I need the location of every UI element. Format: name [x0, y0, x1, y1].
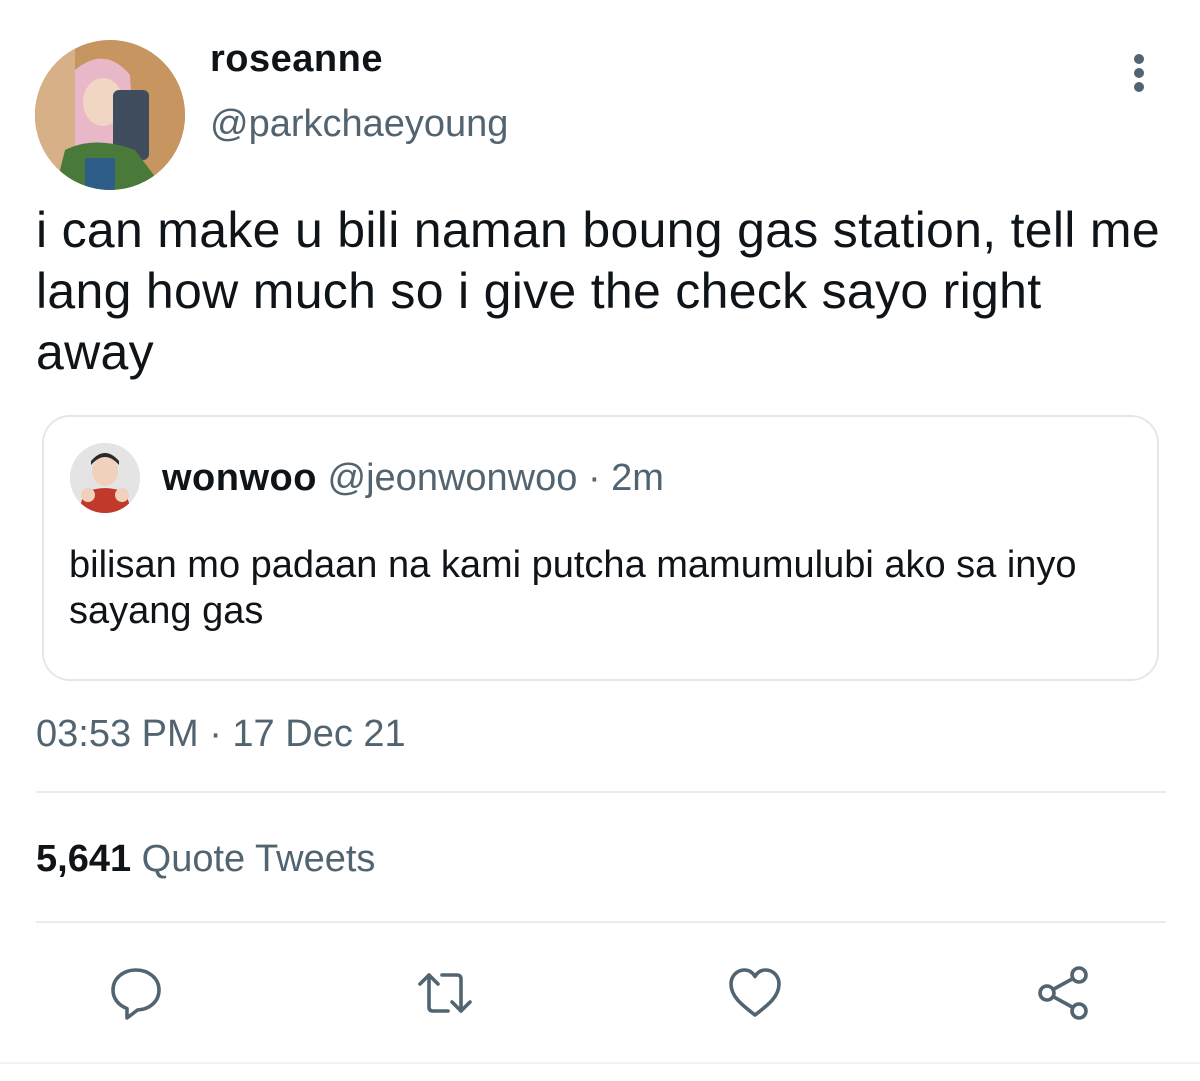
- quoted-tweet-time: 2m: [611, 457, 664, 499]
- divider: [36, 791, 1166, 793]
- tweet-detail: roseanne @parkchaeyoung i can make u bil…: [0, 0, 1200, 1081]
- quoted-author-photo: [70, 443, 140, 513]
- quoted-tweet-header: wonwoo @jeonwonwoo · 2m: [162, 457, 664, 500]
- quoted-tweet-text: bilisan mo padaan na kami putcha mamumul…: [69, 544, 1077, 632]
- author-photo: [35, 40, 185, 190]
- divider: [36, 921, 1166, 923]
- retweet-icon[interactable]: [415, 963, 475, 1023]
- tweet-timestamp: 03:53 PM · 17 Dec 21: [36, 713, 406, 755]
- author-display-name[interactable]: roseanne: [210, 38, 383, 81]
- quoted-author-avatar: [70, 443, 140, 513]
- like-icon[interactable]: [725, 963, 785, 1023]
- tweet-text: i can make u bili naman boung gas statio…: [36, 202, 1160, 380]
- share-icon[interactable]: [1034, 963, 1094, 1023]
- quoted-author-display-name: wonwoo: [162, 457, 317, 499]
- quote-tweets-count: 5,641: [36, 838, 132, 880]
- author-avatar[interactable]: [35, 40, 185, 190]
- more-options-icon[interactable]: [1122, 52, 1156, 94]
- quote-tweets-stat[interactable]: 5,641 Quote Tweets: [36, 838, 375, 881]
- quoted-tweet-card[interactable]: wonwoo @jeonwonwoo · 2m bilisan mo padaa…: [42, 415, 1159, 681]
- author-handle[interactable]: @parkchaeyoung: [210, 103, 508, 146]
- quoted-author-handle: @jeonwonwoo: [327, 457, 578, 499]
- reply-icon[interactable]: [106, 963, 166, 1023]
- quoted-header-separator: ·: [587, 457, 601, 499]
- bottom-divider: [0, 1062, 1200, 1064]
- quote-tweets-label: Quote Tweets: [141, 838, 376, 880]
